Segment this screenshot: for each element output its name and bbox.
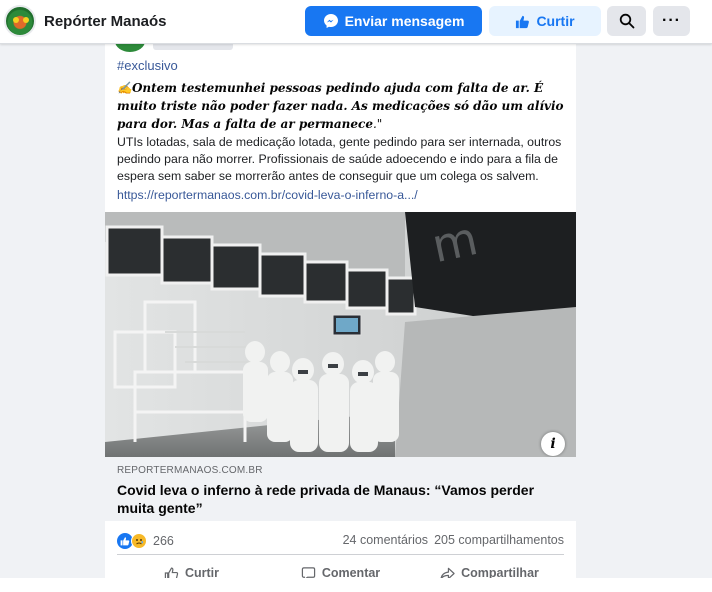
like-page-label: Curtir [536,13,575,29]
send-message-label: Enviar mensagem [344,13,465,29]
send-message-button[interactable]: Enviar mensagem [305,6,482,36]
post-stats: 24 comentários 205 compartilhamentos [343,533,564,547]
hashtag-link[interactable]: #exclusivo [117,58,178,73]
page-header: Repórter Manaós Enviar mensagem Curtir ·… [0,0,712,44]
author-avatar[interactable] [115,44,145,52]
search-icon [619,13,634,29]
more-icon: ··· [662,12,681,29]
thumbs-up-icon [516,15,530,28]
page-avatar[interactable] [4,5,36,37]
page-title[interactable]: Repórter Manaós [44,13,167,30]
preview-headline: Covid leva o inferno à rede privada de M… [117,482,535,516]
actions-divider [117,554,564,555]
messenger-icon [323,14,338,28]
bottom-edge [0,578,712,592]
writing-hand-icon: ✍️ [117,81,132,95]
hospital-ward-photo: m [105,212,576,457]
reaction-count: 266 [153,534,174,548]
post-card: #exclusivo ✍️Ontem testemunhei pessoas p… [105,44,576,592]
like-page-button[interactable]: Curtir [489,6,601,36]
article-image[interactable]: m i [105,212,576,457]
quote-bold-text: Ontem testemunhei pessoas pedindo ajuda … [131,81,526,95]
article-link[interactable]: https://reportermanaos.com.br/covid-leva… [117,188,418,202]
link-preview[interactable]: REPORTERMANAOS.COM.BR Covid leva o infer… [105,457,576,521]
more-options-button[interactable]: ··· [653,6,690,36]
author-name-cut [153,44,233,50]
info-icon[interactable]: i [541,432,565,456]
search-button[interactable] [607,6,646,36]
preview-domain: REPORTERMANAOS.COM.BR [117,465,263,476]
post-body: UTIs lotadas, sala de medicação lotada, … [117,135,562,183]
reaction-summary[interactable]: 266 [117,531,174,551]
quote-end-text: ." [372,117,383,131]
comment-count[interactable]: 24 comentários [343,533,428,547]
sad-reaction-icon [131,533,147,549]
post-quote: ✍️Ontem testemunhei pessoas pedindo ajud… [117,79,565,133]
share-count[interactable]: 205 compartilhamentos [434,533,564,547]
